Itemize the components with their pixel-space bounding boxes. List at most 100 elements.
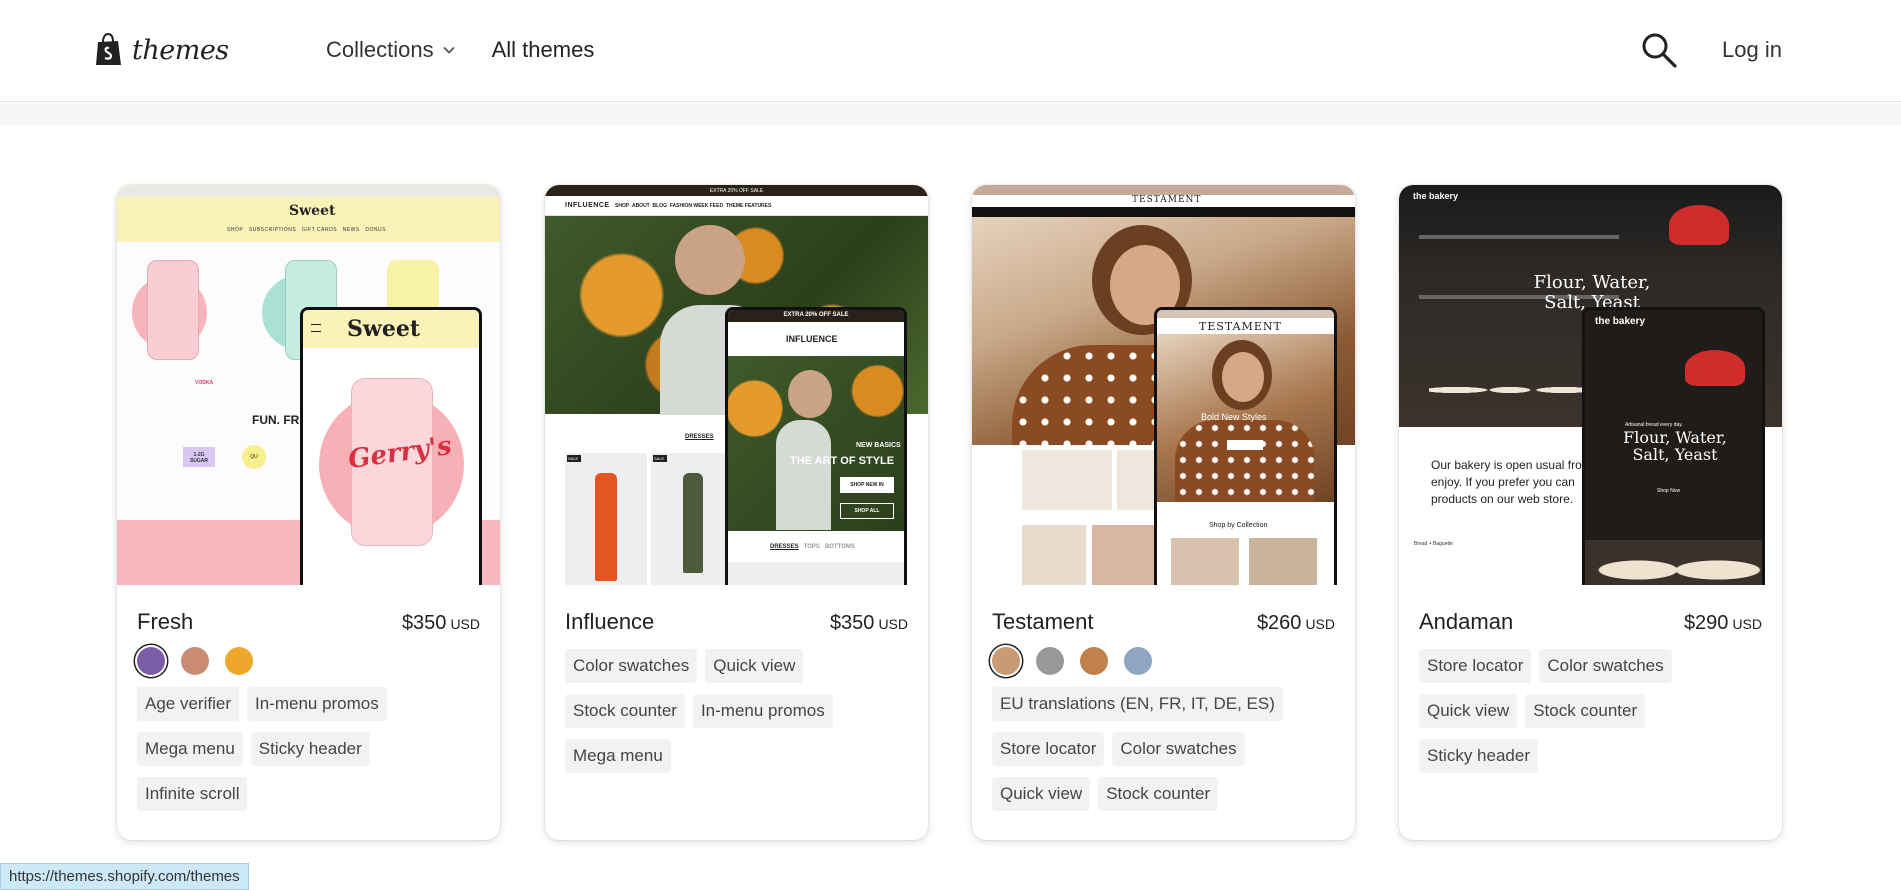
phone-headline: Flour, Water, Salt, Yeast	[1623, 428, 1727, 464]
preview-nav-bar	[972, 207, 1355, 217]
theme-preview-fresh[interactable]: Sweet SHOP SUBSCRIPTIONS GIFT CARDS NEWS…	[117, 185, 500, 585]
preview-tile-3	[1022, 525, 1086, 585]
theme-name[interactable]: Testament	[992, 609, 1094, 635]
feature-tag: In-menu promos	[246, 687, 387, 721]
swatch-blue[interactable]	[1124, 647, 1152, 675]
login-link[interactable]: Log in	[1722, 37, 1782, 63]
preview-banner: EXTRA 20% OFF SALE	[545, 185, 928, 196]
preview-model-head	[675, 225, 745, 295]
feature-tag: Quick view	[992, 777, 1091, 811]
theme-info-andaman: Andaman $290 USD Store locator Color swat…	[1399, 585, 1782, 784]
feature-tags: Color swatches Quick view Stock counter …	[565, 649, 908, 784]
feature-tag: Sticky header	[250, 732, 370, 766]
phone-tabs: DRESSES TOPS BOTTOMS	[770, 544, 855, 550]
swatch-terracotta[interactable]	[181, 647, 209, 675]
feature-tag: Stock counter	[1525, 694, 1646, 728]
theme-price: $260 USD	[1256, 612, 1335, 634]
preview-brand: INFLUENCE	[565, 202, 610, 209]
feature-tag: Quick view	[705, 649, 804, 683]
color-swatches	[992, 647, 1335, 677]
main-nav: Collections All themes	[326, 37, 594, 63]
swatch-purple[interactable]	[137, 647, 165, 675]
nav-collections[interactable]: Collections	[326, 37, 456, 63]
feature-tag: Store locator	[1419, 649, 1532, 683]
preview-body: Our bakery is open usual fro enjoy. If y…	[1431, 458, 1582, 506]
preview-phone: EXTRA 20% OFF SALE INFLUENCE NEW BASICS …	[725, 307, 907, 585]
preview-bandana	[1669, 205, 1729, 245]
feature-tag: Stock counter	[565, 694, 685, 728]
theme-card-andaman[interactable]: the bakery Flour, Water, Salt, Yeast Our…	[1399, 185, 1782, 840]
preview-rack-1	[1419, 235, 1619, 239]
phone-menu-icon	[311, 324, 321, 332]
phone-headline: THE ART OF STYLE	[790, 455, 895, 467]
theme-name[interactable]: Fresh	[137, 609, 193, 635]
theme-preview-influence[interactable]: EXTRA 20% OFF SALE INFLUENCE SHOP ABOUT …	[545, 185, 928, 585]
theme-card-testament[interactable]: TESTAMENT TESTAMENT Bold New Styles Shop…	[972, 185, 1355, 840]
feature-tag: Color swatches	[565, 649, 698, 683]
phone-polka-dress	[1175, 420, 1315, 502]
phone-topbar	[1157, 310, 1334, 318]
nav-collections-label: Collections	[326, 37, 434, 62]
swatch-orange[interactable]	[225, 647, 253, 675]
feature-tags: Age verifier In-menu promos Mega menu St…	[137, 687, 480, 822]
theme-preview-testament[interactable]: TESTAMENT TESTAMENT Bold New Styles Shop…	[972, 185, 1355, 585]
feature-tags: EU translations (EN, FR, IT, DE, ES) Sto…	[992, 687, 1335, 822]
swatch-tan[interactable]	[992, 647, 1020, 675]
phone-headline: Bold New Styles	[1201, 412, 1267, 422]
search-icon[interactable]	[1640, 31, 1678, 69]
preview-badge-smile: QU	[242, 445, 266, 469]
theme-info-fresh: Fresh $350 USD Age verifier In-menu promo…	[117, 585, 500, 822]
phone-brand: INFLUENCE	[786, 334, 838, 344]
preview-nav: SHOP ABOUT BLOG FASHION WEEK FEED THEME …	[615, 203, 772, 209]
logo-text: themes	[132, 34, 229, 66]
theme-card-fresh[interactable]: Sweet SHOP SUBSCRIPTIONS GIFT CARDS NEWS…	[117, 185, 500, 840]
preview-topbar	[117, 185, 500, 197]
phone-shop-by: Shop by Collection	[1209, 522, 1268, 529]
phone-bandana	[1685, 350, 1745, 386]
preview-topbar	[972, 185, 1355, 195]
theme-info-influence: Influence $350 USD Color swatches Quick v…	[545, 585, 928, 784]
preview-phone: TESTAMENT Bold New Styles Shop by Collec…	[1154, 307, 1337, 585]
phone-brand: Sweet	[347, 316, 420, 342]
feature-tag: Sticky header	[1419, 739, 1538, 773]
preview-badge-sugar: 1-2G SUGAR	[183, 447, 215, 467]
preview-phone: Sweet Gerry's	[300, 307, 482, 585]
site-header: themes Collections All themes Log in	[0, 0, 1901, 102]
status-bar-url: https://themes.shopify.com/themes	[0, 863, 249, 890]
preview-product-2: SALE	[651, 453, 733, 585]
phone-banner: EXTRA 20% OFF SALE	[728, 310, 904, 322]
nav-all-themes[interactable]: All themes	[492, 37, 595, 63]
preview-brand: the bakery	[1413, 191, 1459, 201]
shopify-bag-icon	[96, 33, 121, 65]
theme-name[interactable]: Influence	[565, 609, 654, 635]
color-swatches	[137, 647, 480, 677]
preview-product-1: SALE	[565, 453, 647, 585]
preview-label: Bread + Baguette	[1414, 541, 1454, 547]
preview-product-label: VODKA	[195, 380, 214, 386]
feature-tag: Color swatches	[1539, 649, 1672, 683]
theme-name[interactable]: Andaman	[1419, 609, 1513, 635]
theme-preview-andaman[interactable]: the bakery Flour, Water, Salt, Yeast Our…	[1399, 185, 1782, 585]
preview-brand: Sweet	[289, 203, 336, 219]
theme-card-influence[interactable]: EXTRA 20% OFF SALE INFLUENCE SHOP ABOUT …	[545, 185, 928, 840]
theme-price: $350 USD	[829, 612, 908, 634]
preview-phone: the bakery Artisanal bread every day. Fl…	[1582, 307, 1765, 585]
phone-cta-2: SHOP ALL	[840, 503, 894, 519]
phone-brand: TESTAMENT	[1199, 320, 1282, 333]
theme-price: $290 USD	[1683, 612, 1762, 634]
phone-tile-2	[1249, 538, 1317, 585]
swatch-copper[interactable]	[1080, 647, 1108, 675]
shopify-themes-logo[interactable]: themes	[94, 30, 229, 70]
phone-tile-1	[1171, 538, 1239, 585]
phone-cta	[1227, 440, 1263, 450]
feature-tag: Mega menu	[137, 732, 243, 766]
swatch-gray[interactable]	[1036, 647, 1064, 675]
preview-dresses-label: DRESSES	[685, 434, 714, 440]
theme-price: $350 USD	[401, 612, 480, 634]
phone-model-head	[788, 370, 832, 418]
preview-brand: TESTAMENT	[1132, 195, 1202, 205]
preview-tile-2	[1117, 450, 1157, 510]
theme-info-testament: Testament $260 USD EU translations (EN, F…	[972, 585, 1355, 822]
phone-model-coat	[776, 420, 831, 530]
preview-tile-1	[1022, 450, 1112, 510]
